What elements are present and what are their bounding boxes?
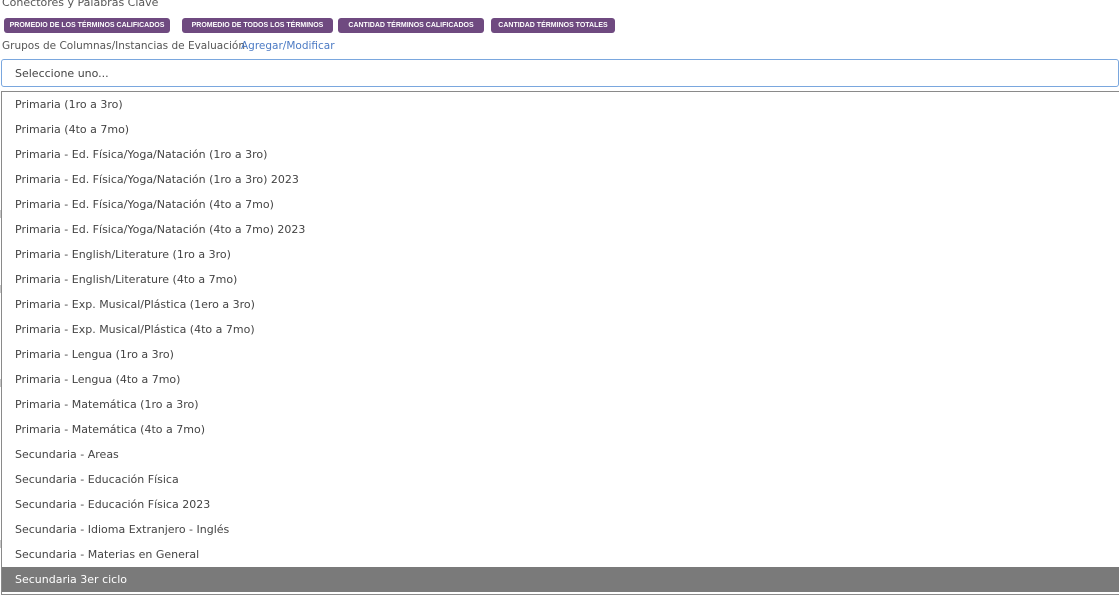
dropdown-option[interactable]: Primaria - Lengua (4to a 7mo) <box>2 367 1119 392</box>
dropdown-option[interactable]: Primaria - Matemática (4to a 7mo) <box>2 417 1119 442</box>
dropdown-option[interactable]: Primaria - Exp. Musical/Plástica (1ero a… <box>2 292 1119 317</box>
avg-graded-terms-button[interactable]: PROMEDIO DE LOS TÉRMINOS CALIFICADOS <box>4 18 170 33</box>
dropdown-option[interactable]: Primaria - English/Literature (1ro a 3ro… <box>2 242 1119 267</box>
column-group-select[interactable]: Seleccione uno... <box>1 59 1119 87</box>
dropdown-option[interactable]: Secundaria - Idioma Extranjero - Inglés <box>2 517 1119 542</box>
dropdown-option[interactable]: Primaria (4to a 7mo) <box>2 117 1119 142</box>
select-placeholder: Seleccione uno... <box>15 67 109 80</box>
dropdown-option[interactable]: Secundaria - Areas <box>2 442 1119 467</box>
dropdown-option[interactable]: Primaria - Lengua (1ro a 3ro) <box>2 342 1119 367</box>
dropdown-option[interactable]: Secundaria - Educación Física <box>2 467 1119 492</box>
dropdown-option[interactable]: Primaria - Ed. Física/Yoga/Natación (1ro… <box>2 142 1119 167</box>
dropdown-option[interactable]: Primaria - Ed. Física/Yoga/Natación (4to… <box>2 192 1119 217</box>
section-title: Conectores y Palabras Clave <box>2 0 159 9</box>
dropdown-option-highlighted[interactable]: Secundaria 3er ciclo <box>2 567 1119 592</box>
dropdown-option[interactable]: Secundaria - Materias en General <box>2 542 1119 567</box>
dropdown-option[interactable]: Secundaria - Educación Física 2023 <box>2 492 1119 517</box>
avg-all-terms-button[interactable]: PROMEDIO DE TODOS LOS TÉRMINOS <box>182 18 333 33</box>
dropdown-option[interactable]: Primaria (1ro a 3ro) <box>2 92 1119 117</box>
dropdown-option[interactable]: Primaria - English/Literature (4to a 7mo… <box>2 267 1119 292</box>
dropdown-option[interactable]: Primaria - Ed. Física/Yoga/Natación (1ro… <box>2 167 1119 192</box>
dropdown-option[interactable]: Primaria - Exp. Musical/Plástica (4to a … <box>2 317 1119 342</box>
column-groups-label: Grupos de Columnas/Instancias de Evaluac… <box>2 40 246 52</box>
count-graded-terms-button[interactable]: CANTIDAD TÉRMINOS CALIFICADOS <box>338 18 484 33</box>
dropdown-option[interactable]: Primaria - Matemática (1ro a 3ro) <box>2 392 1119 417</box>
dropdown-option[interactable]: Primaria - Ed. Física/Yoga/Natación (4to… <box>2 217 1119 242</box>
count-total-terms-button[interactable]: CANTIDAD TÉRMINOS TOTALES <box>491 18 615 33</box>
select-dropdown-list[interactable]: Primaria (1ro a 3ro) Primaria (4to a 7mo… <box>1 91 1119 595</box>
add-modify-link[interactable]: Agregar/Modificar <box>241 40 335 52</box>
